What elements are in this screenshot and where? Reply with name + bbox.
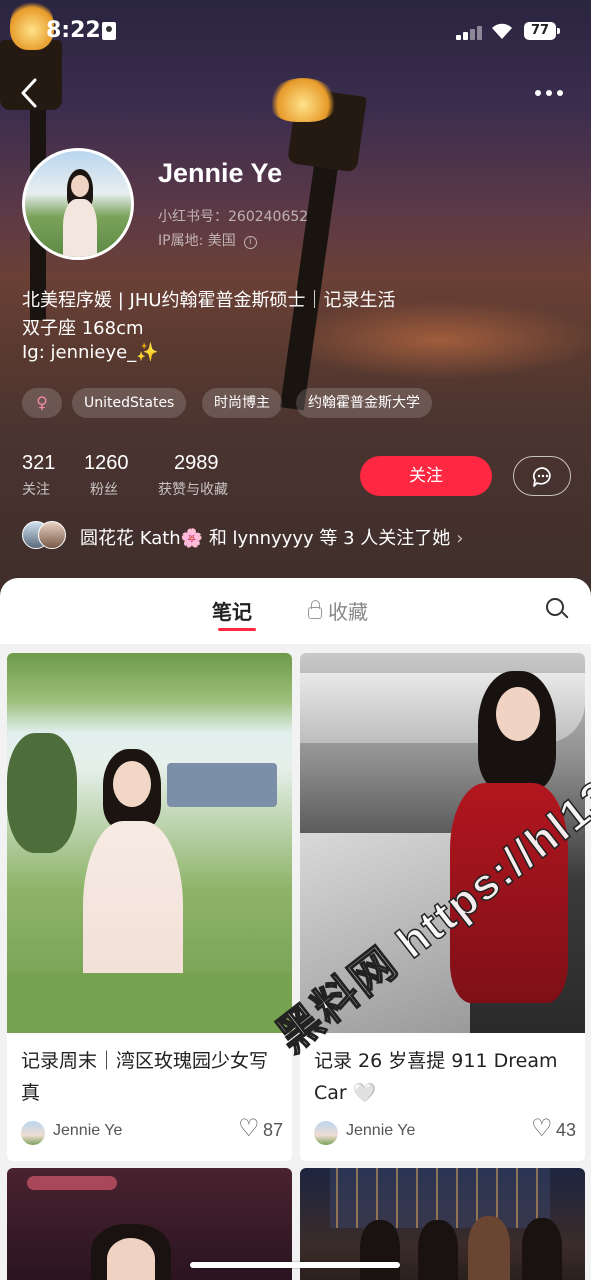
profile-ip: IP属地: 美国 [158, 233, 236, 249]
lock-icon [308, 600, 322, 619]
stat-followers-count: 1260 [84, 452, 129, 474]
chat-icon [532, 467, 551, 487]
tag-occupation[interactable]: 时尚博主 [202, 388, 282, 418]
info-icon[interactable]: i [243, 236, 257, 249]
bio-line-3: Ig: jennieye_✨ [22, 342, 159, 363]
cellular-signal-icon [456, 24, 484, 40]
tag-school[interactable]: 约翰霍普金斯大学 [296, 388, 432, 418]
torch-flame-right [270, 78, 336, 122]
stat-followers-label: 粉丝 [90, 482, 118, 498]
note-card[interactable]: 记录周末｜湾区玫瑰园少女写真 Jennie Ye 87 [7, 653, 292, 1161]
gender-female-icon: ♀ [22, 388, 62, 418]
profile-id: 小红书号：260240652 [158, 209, 309, 225]
note-author-row: Jennie Ye 43 [314, 1114, 576, 1145]
author-avatar[interactable] [21, 1121, 45, 1145]
like-button[interactable]: 87 [238, 1114, 283, 1143]
stat-likes-count: 2989 [174, 452, 219, 474]
search-icon[interactable] [546, 598, 570, 622]
stat-followers[interactable]: 1260 粉丝 [84, 452, 129, 499]
author-name[interactable]: Jennie Ye [346, 1122, 415, 1140]
bio-line-2: 双子座 168cm [22, 318, 144, 339]
torch-pole-right [280, 149, 340, 411]
like-count: 43 [555, 1120, 576, 1140]
chat-button[interactable] [513, 456, 571, 496]
contact-card-icon [102, 22, 116, 40]
follow-button[interactable]: 关注 [360, 456, 492, 496]
note-cover-image [7, 653, 292, 1033]
stat-following[interactable]: 321 关注 [22, 452, 55, 499]
more-icon[interactable] [534, 80, 570, 108]
home-indicator[interactable] [190, 1262, 400, 1268]
stat-following-count: 321 [22, 452, 56, 474]
tab-notes[interactable]: 笔记 [212, 596, 252, 625]
like-button[interactable]: 43 [531, 1114, 576, 1143]
profile-name: Jennie Ye [158, 158, 283, 188]
mutual-followers-text: 圆花花 Kath🌸 和 lynnyyyy 等 3 人关注了她 › [80, 528, 464, 549]
like-count: 87 [262, 1120, 283, 1140]
stat-likes-label: 获赞与收藏 [158, 482, 228, 498]
author-avatar[interactable] [314, 1121, 338, 1145]
note-author-row: Jennie Ye 87 [21, 1114, 283, 1145]
tab-collections[interactable]: 收藏 [308, 596, 368, 625]
battery-icon: 77 [524, 22, 560, 40]
back-icon[interactable] [18, 76, 52, 114]
note-title: 记录 26 岁喜提 911 Dream Car 🤍 [314, 1050, 558, 1104]
tabs-bar: 笔记 收藏 [0, 578, 591, 644]
stat-following-label: 关注 [22, 482, 50, 498]
mutual-followers[interactable]: 圆花花 Kath🌸 和 lynnyyyy 等 3 人关注了她 › [22, 520, 562, 552]
heart-icon [531, 1114, 553, 1143]
status-bar: 8:22 77 [0, 0, 591, 64]
tag-location[interactable]: UnitedStates [72, 388, 187, 418]
chevron-right-icon: › [456, 528, 464, 549]
avatar[interactable] [22, 148, 134, 260]
mutual-avatar-2 [38, 521, 66, 549]
author-name[interactable]: Jennie Ye [53, 1122, 122, 1140]
profile-ip-row: IP属地: 美国 i [158, 230, 257, 250]
wifi-icon [490, 22, 514, 43]
bio-line-1: 北美程序媛 | JHU约翰霍普金斯硕士｜记录生活 [22, 290, 396, 311]
sunset-glow [280, 300, 591, 380]
heart-icon [238, 1114, 260, 1143]
stat-likes[interactable]: 2989 获赞与收藏 [158, 452, 228, 499]
status-time: 8:22 [46, 18, 101, 43]
active-tab-indicator [218, 628, 256, 631]
note-title: 记录周末｜湾区玫瑰园少女写真 [21, 1050, 269, 1104]
